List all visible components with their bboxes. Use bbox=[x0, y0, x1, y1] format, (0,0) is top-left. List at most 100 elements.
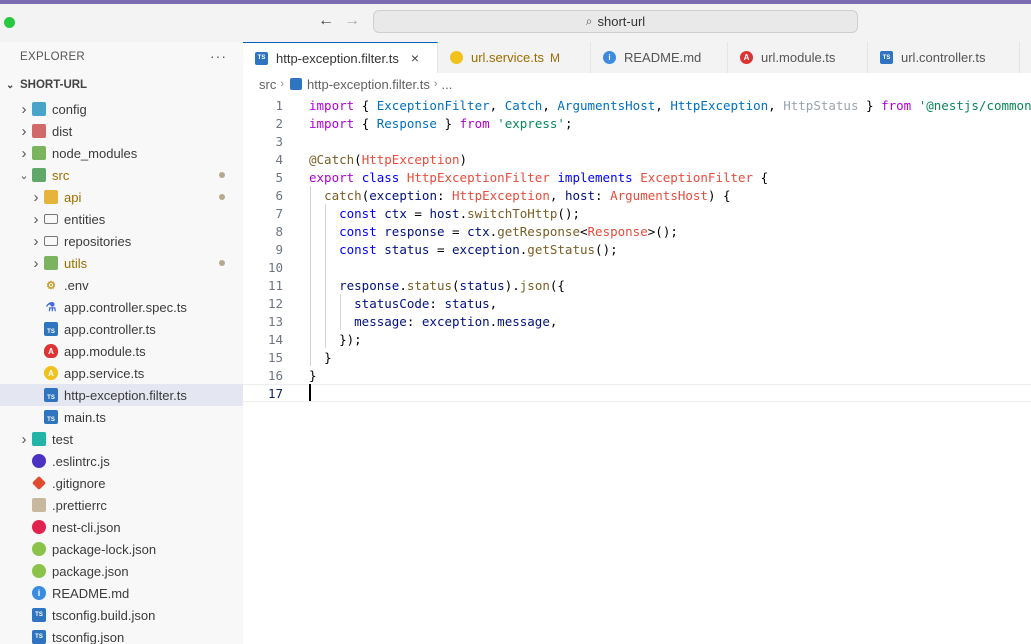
code-text: const status = exception.getStatus(); bbox=[339, 241, 618, 257]
tree-item-label: .gitignore bbox=[52, 475, 106, 491]
code-line: 8 const response = ctx.getResponse<Respo… bbox=[243, 222, 1031, 240]
tab-http-exception-filter-ts[interactable]: TS http-exception.filter.ts × bbox=[243, 42, 438, 73]
tree-item-api[interactable]: › api bbox=[0, 186, 243, 208]
service-icon bbox=[450, 51, 463, 64]
code-line: 6 catch(exception: HttpException, host: … bbox=[243, 186, 1031, 204]
tab-url-module-ts[interactable]: Aurl.module.ts bbox=[728, 42, 868, 73]
forward-arrow-icon[interactable]: → bbox=[344, 13, 360, 29]
tree-item-main-ts[interactable]: TS main.ts bbox=[0, 406, 243, 428]
tree-item-test[interactable]: › test bbox=[0, 428, 243, 450]
tree-item-app-service-ts[interactable]: Aapp.service.ts bbox=[0, 362, 243, 384]
code-line: 11 response.status(status).json({ bbox=[243, 276, 1031, 294]
close-icon[interactable]: × bbox=[411, 50, 419, 66]
chevron-down-icon: ⌄ bbox=[6, 79, 15, 91]
folder-icon bbox=[44, 214, 58, 224]
tree-item-utils[interactable]: › utils bbox=[0, 252, 243, 274]
folder-api-icon bbox=[44, 190, 58, 204]
folder-node-icon bbox=[32, 146, 46, 160]
back-arrow-icon[interactable]: ← bbox=[318, 13, 334, 29]
code-text: response.status(status).json({ bbox=[339, 277, 565, 293]
text-cursor bbox=[309, 384, 311, 401]
tab-url-controller-ts[interactable]: TS url.controller.ts bbox=[868, 42, 1020, 73]
tree-item-env[interactable]: ⚙ .env bbox=[0, 274, 243, 296]
code-line: 15 } bbox=[243, 348, 1031, 366]
tree-item-eslintrc-js[interactable]: .eslintrc.js bbox=[0, 450, 243, 472]
search-text: short-url bbox=[597, 14, 646, 29]
line-number: 17 bbox=[267, 385, 283, 401]
tree-item-http-exception-filter-ts[interactable]: TS http-exception.filter.ts bbox=[0, 384, 243, 406]
tree-item-node-modules[interactable]: › node_modules bbox=[0, 142, 243, 164]
tab-label: README.md bbox=[624, 50, 702, 65]
code-text: const ctx = host.switchToHttp(); bbox=[339, 205, 580, 221]
typescript-icon: TS bbox=[880, 51, 893, 64]
tab-label: http-exception.filter.ts bbox=[276, 50, 399, 66]
tree-item-readme-md[interactable]: i README.md bbox=[0, 582, 243, 604]
folder-config-icon bbox=[32, 102, 46, 116]
code-line: 1 import { ExceptionFilter, Catch, Argume… bbox=[243, 96, 1031, 114]
explorer-sidebar: EXPLORER ··· ⌄ SHORT-URL › config › dist › no… bbox=[0, 42, 243, 644]
tree-item-package-json[interactable]: package.json bbox=[0, 560, 243, 582]
typescript-icon: TS bbox=[255, 51, 268, 65]
code-line: 2 import { Response } from 'express'; bbox=[243, 114, 1031, 132]
tree-item-src[interactable]: ⌄ src bbox=[0, 164, 243, 186]
line-number: 12 bbox=[267, 295, 283, 311]
code-text: const response = ctx.getResponse<Respons… bbox=[339, 223, 678, 239]
tab-url-service-ts[interactable]: url.service.ts M bbox=[438, 42, 591, 73]
chevron-right-icon: › bbox=[21, 100, 27, 118]
json-icon bbox=[32, 564, 46, 578]
tree-item-dist[interactable]: › dist bbox=[0, 120, 243, 142]
tab-label: url.service.ts bbox=[471, 50, 544, 65]
tree-item-repositories[interactable]: › repositories bbox=[0, 230, 243, 252]
workspace-root[interactable]: ⌄ SHORT-URL bbox=[0, 72, 243, 98]
test-icon: ⚗ bbox=[45, 300, 57, 314]
tree-item-label: test bbox=[52, 431, 73, 447]
line-number: 4 bbox=[275, 151, 283, 167]
title-bar: ← → ⌕ short-url bbox=[0, 0, 1031, 42]
code-text: catch(exception: HttpException, host: Ar… bbox=[324, 187, 731, 203]
command-center-search[interactable]: ⌕ short-url bbox=[373, 10, 858, 33]
tree-item-gitignore[interactable]: .gitignore bbox=[0, 472, 243, 494]
tree-item-nest-cli-json[interactable]: nest-cli.json bbox=[0, 516, 243, 538]
angular-icon: A bbox=[44, 344, 58, 358]
code-text: } bbox=[309, 367, 317, 383]
info-icon: i bbox=[32, 586, 46, 600]
code-editor[interactable]: 1 import { ExceptionFilter, Catch, Argume… bbox=[243, 95, 1031, 644]
chevron-right-icon: › bbox=[21, 122, 27, 140]
typescript-icon bbox=[290, 78, 303, 90]
more-actions-icon[interactable]: ··· bbox=[210, 48, 227, 64]
tree-item-tsconfig-build-json[interactable]: TS tsconfig.build.json bbox=[0, 604, 243, 626]
tree-item-label: entities bbox=[64, 211, 106, 227]
tree-item-package-lock-json[interactable]: package-lock.json bbox=[0, 538, 243, 560]
folder-test-icon bbox=[32, 432, 46, 446]
code-line: 9 const status = exception.getStatus(); bbox=[243, 240, 1031, 258]
code-line: 16} bbox=[243, 366, 1031, 384]
env-icon: ⚙ bbox=[46, 279, 56, 292]
breadcrumb-file[interactable]: http-exception.filter.ts bbox=[307, 77, 430, 92]
window-control-icon[interactable] bbox=[4, 17, 15, 28]
tree-item-entities[interactable]: › entities bbox=[0, 208, 243, 230]
tree-item-tsconfig-json[interactable]: TS tsconfig.json bbox=[0, 626, 243, 644]
tree-item-app-module-ts[interactable]: Aapp.module.ts bbox=[0, 340, 243, 362]
modified-dot-icon bbox=[219, 172, 225, 178]
code-line: 7 const ctx = host.switchToHttp(); bbox=[243, 204, 1031, 222]
tab-readme-md[interactable]: i README.md bbox=[591, 42, 728, 73]
explorer-header: EXPLORER ··· bbox=[0, 42, 243, 72]
tree-item-label: app.controller.spec.ts bbox=[64, 299, 187, 315]
tree-item-label: repositories bbox=[64, 233, 132, 249]
code-text: }); bbox=[339, 331, 362, 347]
tree-item-app-controller-spec-ts[interactable]: ⚗ app.controller.spec.ts bbox=[0, 296, 243, 318]
tree-item-config[interactable]: › config bbox=[0, 98, 243, 120]
tree-item-label: package.json bbox=[52, 563, 129, 579]
tab-label: url.module.ts bbox=[761, 50, 836, 65]
tree-item-app-controller-ts[interactable]: TS app.controller.ts bbox=[0, 318, 243, 340]
editor-tabs: TS http-exception.filter.ts × url.service.t… bbox=[243, 42, 1031, 73]
code-line: 3 bbox=[243, 132, 1031, 150]
tsconfig-icon: TS bbox=[32, 608, 46, 622]
tree-item-prettierrc[interactable]: .prettierrc bbox=[0, 494, 243, 516]
breadcrumb-symbols[interactable]: ... bbox=[442, 77, 453, 92]
chevron-right-icon: › bbox=[21, 430, 27, 448]
line-number: 13 bbox=[267, 313, 283, 329]
breadcrumb-folder[interactable]: src bbox=[259, 77, 276, 92]
line-number: 14 bbox=[267, 331, 283, 347]
typescript-icon: TS bbox=[44, 322, 58, 336]
